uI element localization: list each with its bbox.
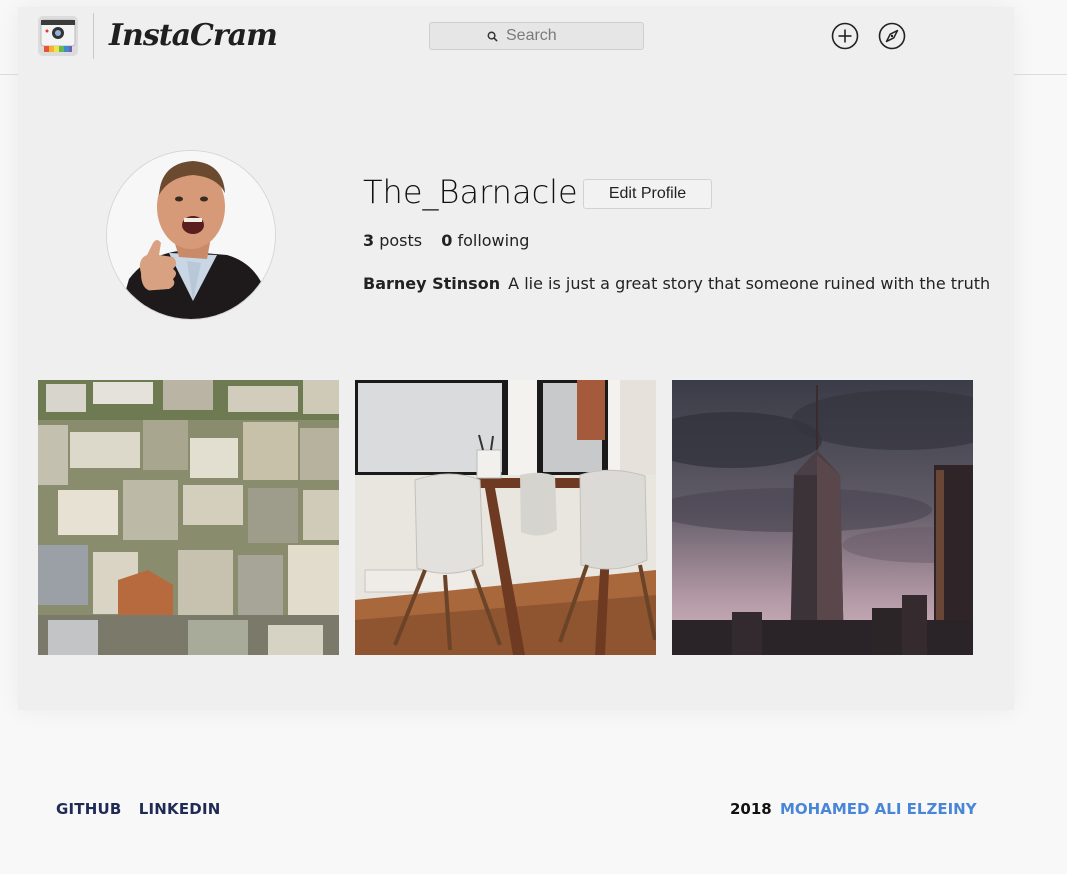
profile-stats: 3 posts 0 following	[363, 231, 543, 250]
footer-copyright: 2018 MOHAMED ALI ELZEINY	[730, 800, 977, 818]
following-label: following	[457, 231, 530, 250]
following-stat[interactable]: 0 following	[441, 231, 529, 250]
footer-year: 2018	[730, 800, 772, 818]
footer-link-github[interactable]: GITHUB	[56, 800, 122, 818]
search-icon	[487, 31, 498, 42]
profile-bio-text: A lie is just a great story that someone…	[508, 274, 991, 293]
app-logo-text[interactable]: InstaCram	[109, 18, 278, 53]
posts-stat: 3 posts	[363, 231, 422, 250]
posts-count: 3	[363, 231, 375, 250]
plus-circle-icon[interactable]	[831, 22, 859, 50]
compass-icon[interactable]	[878, 22, 906, 50]
search-bar[interactable]	[429, 22, 644, 50]
search-input[interactable]	[506, 27, 586, 45]
post-tile[interactable]	[355, 380, 656, 655]
city-rooftops-photo	[38, 380, 339, 655]
top-nav-bar: InstaCram	[18, 7, 1014, 74]
profile-username: The_Barnacle	[363, 173, 578, 211]
following-count: 0	[441, 231, 453, 250]
profile-full-name: Barney Stinson	[363, 274, 501, 293]
main-panel: InstaCram Search The_Barnacle Edit Profi…	[18, 7, 1014, 710]
footer-author-link[interactable]: MOHAMED ALI ELZEINY	[780, 800, 977, 818]
footer-link-linkedin[interactable]: LINKEDIN	[139, 800, 221, 818]
posts-label: posts	[379, 231, 423, 250]
profile-bio: Barney Stinson A lie is just a great sto…	[363, 274, 990, 293]
camera-logo-icon[interactable]	[38, 16, 78, 56]
edit-profile-button[interactable]: Edit Profile	[583, 179, 712, 209]
dining-chairs-photo	[355, 380, 656, 655]
post-tile[interactable]	[38, 380, 339, 655]
footer-links: GITHUB LINKEDIN	[56, 800, 232, 818]
skyscraper-dusk-photo	[672, 380, 973, 655]
post-tile[interactable]	[672, 380, 973, 655]
profile-avatar[interactable]	[106, 150, 276, 320]
logo-divider	[93, 13, 94, 59]
